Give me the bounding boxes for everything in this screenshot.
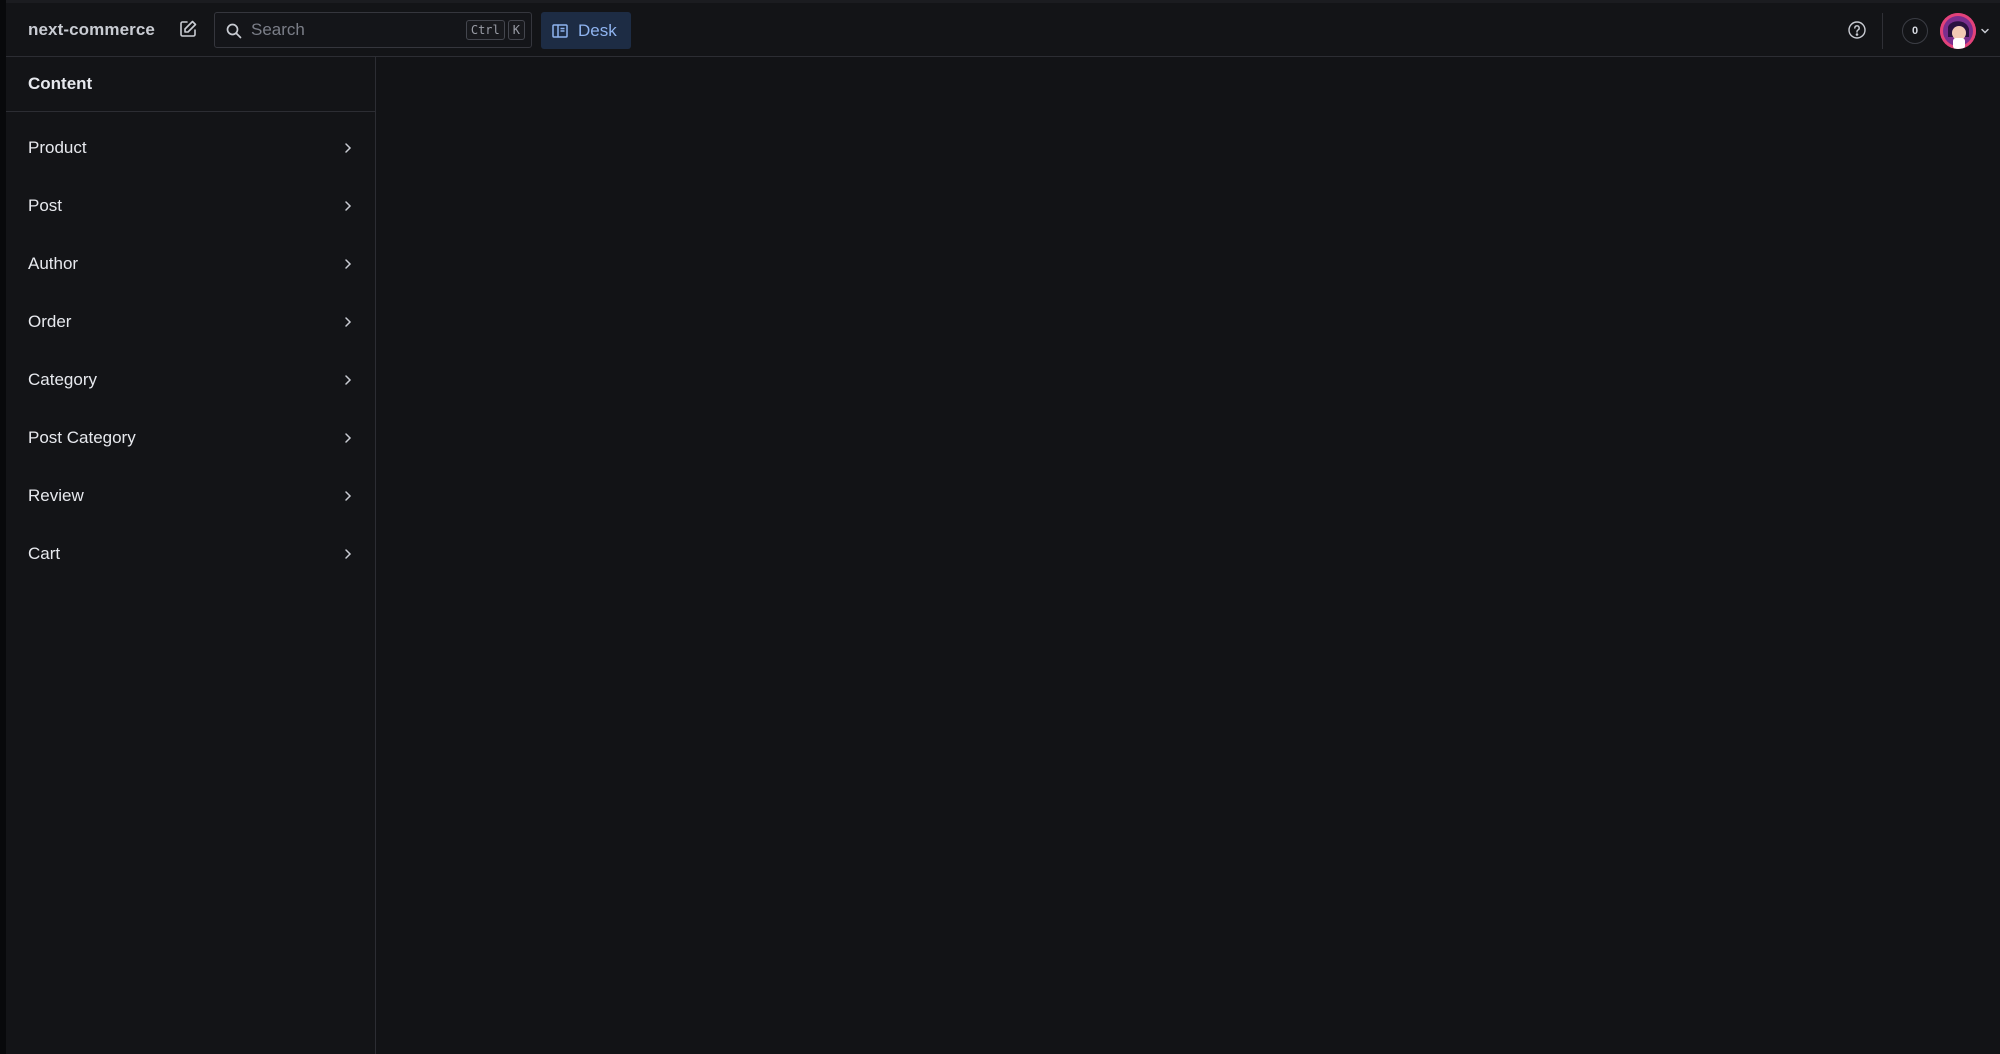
- content-sidebar: Content Product Post Author Order Catego…: [6, 57, 376, 1054]
- sidebar-item-product[interactable]: Product: [6, 119, 375, 177]
- sidebar-item-order[interactable]: Order: [6, 293, 375, 351]
- sidebar-item-review[interactable]: Review: [6, 467, 375, 525]
- desk-tool-label: Desk: [578, 20, 617, 40]
- sidebar-item-post-category[interactable]: Post Category: [6, 409, 375, 467]
- sidebar-item-label: Post: [28, 196, 63, 215]
- sidebar-item-label: Review: [28, 486, 84, 505]
- desk-tool-button[interactable]: Desk: [541, 12, 631, 49]
- layout-icon: [551, 22, 569, 40]
- search-shortcut: Ctrl K: [465, 20, 525, 40]
- sidebar-item-label: Product: [28, 138, 87, 157]
- chevron-right-icon: [345, 143, 352, 153]
- new-document-button[interactable]: [174, 15, 202, 43]
- sidebar-title: Content: [6, 57, 375, 112]
- search-box[interactable]: Ctrl K: [214, 12, 532, 48]
- project-name[interactable]: next-commerce: [28, 3, 155, 57]
- avatar-illustration-icon: [1940, 13, 1976, 49]
- chevron-right-icon: [345, 201, 352, 211]
- chevron-down-icon[interactable]: [1979, 25, 1991, 37]
- sidebar-item-label: Post Category: [28, 428, 136, 447]
- shortcut-key-ctrl: Ctrl: [465, 20, 505, 40]
- help-button[interactable]: [1846, 19, 1868, 41]
- shortcut-key-k: K: [507, 20, 525, 40]
- help-icon: [1848, 21, 1866, 39]
- notification-badge[interactable]: 0: [1902, 18, 1928, 44]
- sidebar-item-author[interactable]: Author: [6, 235, 375, 293]
- search-icon: [226, 23, 242, 39]
- sidebar-item-cart[interactable]: Cart: [6, 525, 375, 583]
- chevron-right-icon: [345, 259, 352, 269]
- sidebar-item-label: Cart: [28, 544, 61, 563]
- chevron-right-icon: [345, 433, 352, 443]
- sidebar-item-label: Category: [28, 370, 97, 389]
- sidebar-item-category[interactable]: Category: [6, 351, 375, 409]
- search-input[interactable]: [251, 13, 451, 47]
- sidebar-item-post[interactable]: Post: [6, 177, 375, 235]
- chevron-right-icon: [345, 549, 352, 559]
- sidebar-item-label: Order: [28, 312, 72, 331]
- chevron-right-icon: [345, 375, 352, 385]
- sidebar-item-label: Author: [28, 254, 79, 273]
- studio-window: next-commerce Ctrl K: [6, 0, 2000, 1054]
- chevron-right-icon: [345, 317, 352, 327]
- top-navbar: next-commerce Ctrl K: [6, 3, 2000, 57]
- toolbar-divider: [1882, 13, 1883, 49]
- chevron-right-icon: [345, 491, 352, 501]
- user-avatar[interactable]: [1940, 13, 1976, 49]
- main-content-area: [376, 57, 2000, 1054]
- compose-icon: [180, 20, 197, 37]
- document-type-list: Product Post Author Order Category Post …: [6, 112, 375, 583]
